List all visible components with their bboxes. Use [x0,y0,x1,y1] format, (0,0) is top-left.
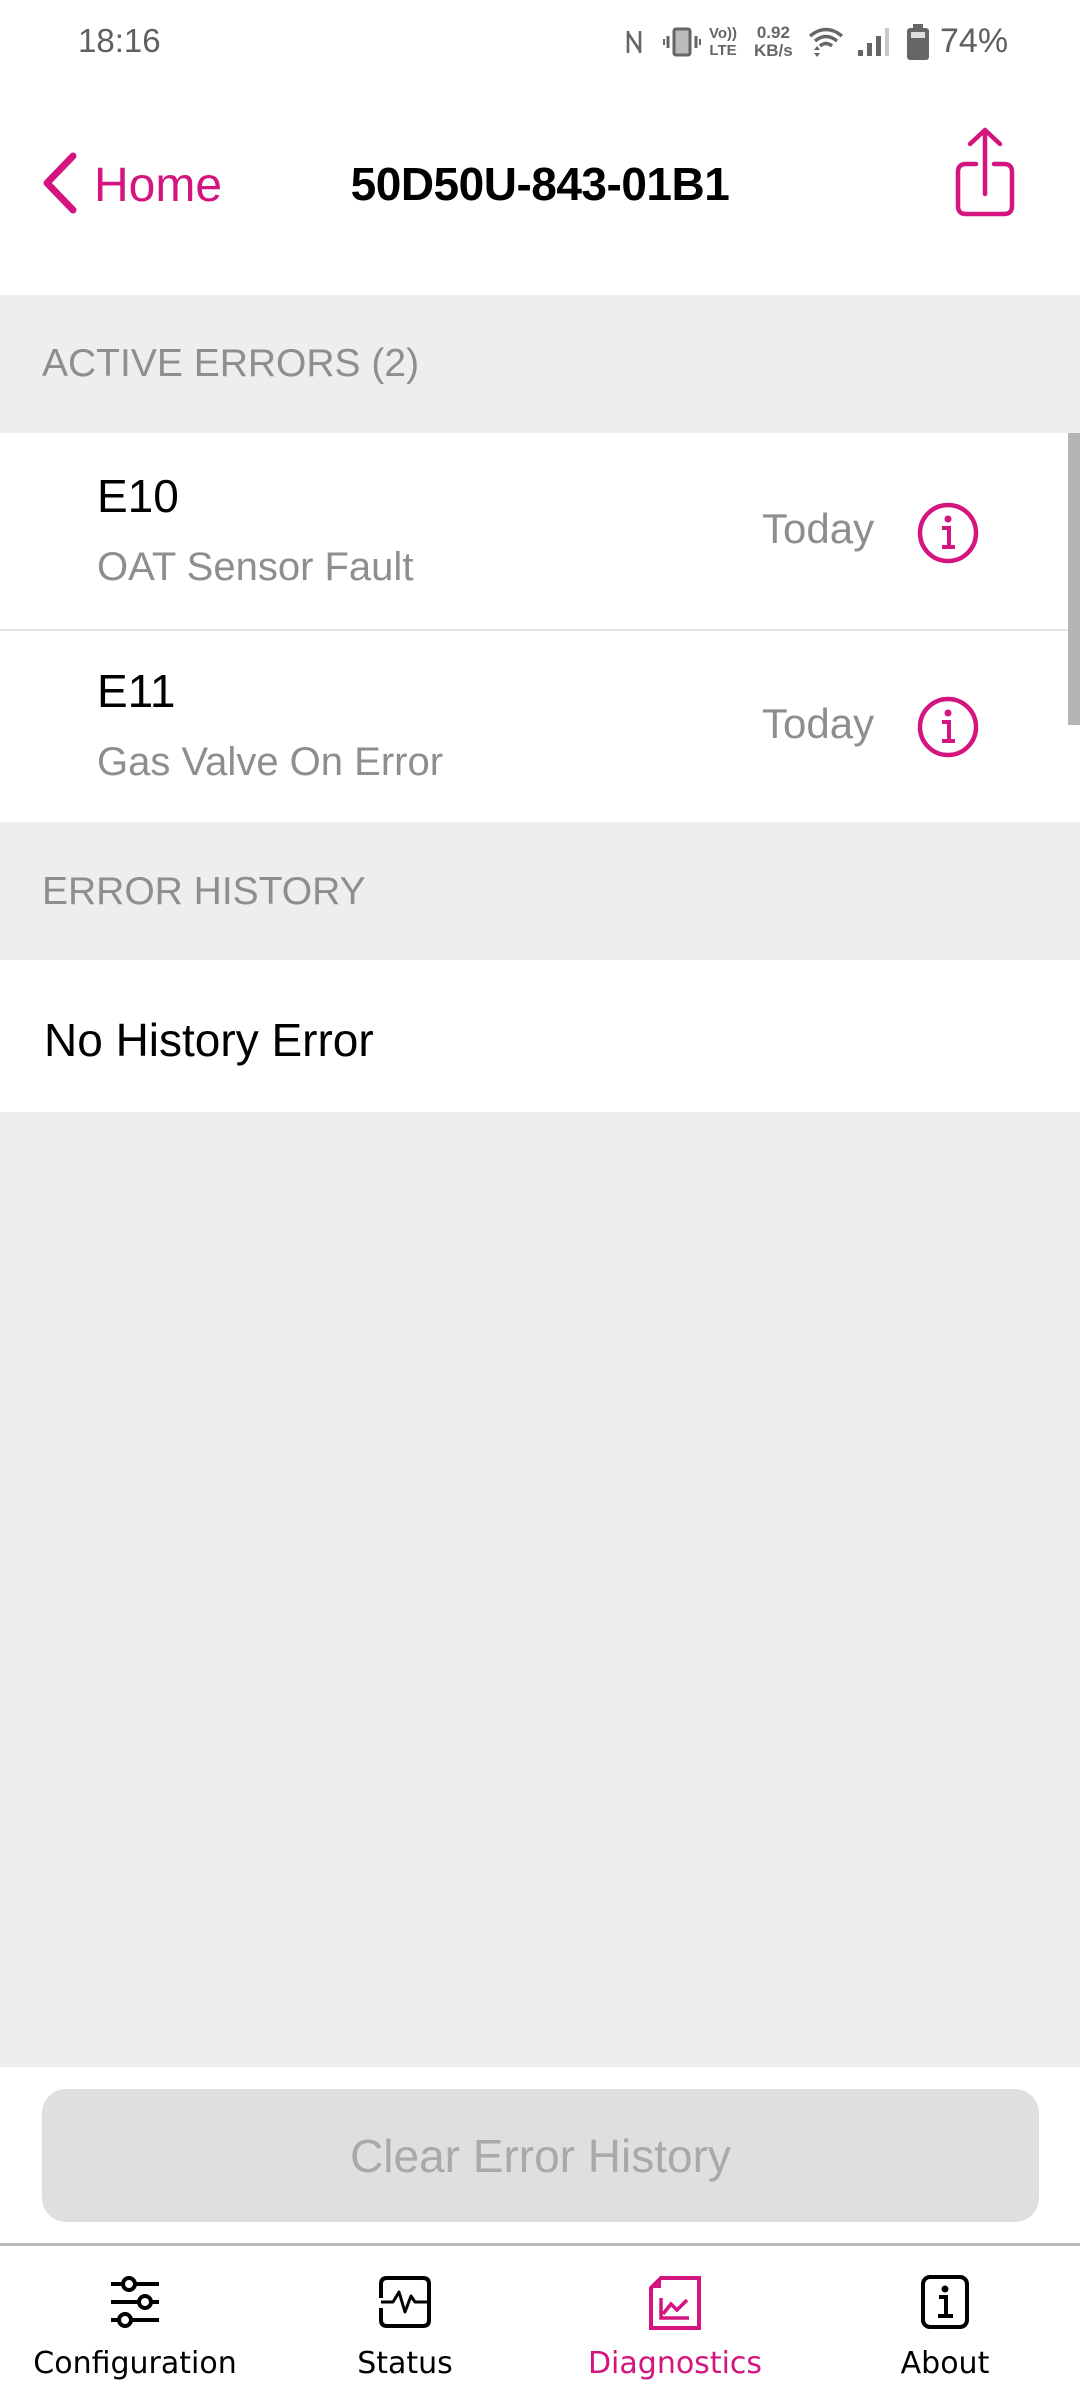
network-speed-unit: KB/s [754,41,793,60]
tab-diagnostics[interactable]: Diagnostics [540,2246,810,2400]
error-description: Gas Valve On Error [97,740,444,784]
status-bar: 18:16 Vo)) LTE 0.92 KB/s 74% [0,0,1080,95]
scrollbar[interactable] [1068,433,1080,725]
tab-label: Configuration [33,2346,237,2381]
vibrate-icon [663,22,701,62]
tab-bar: Configuration Status Diagnostics About [0,2246,1080,2400]
sliders-icon [105,2274,165,2330]
info-icon[interactable] [916,501,980,565]
empty-history-row: No History Error [0,960,1080,1112]
share-icon [950,127,1020,224]
error-description: OAT Sensor Fault [97,545,414,589]
info-icon[interactable] [916,695,980,759]
tab-about[interactable]: About [810,2246,1080,2400]
clear-error-history-button[interactable]: Clear Error History [42,2089,1039,2222]
nfc-icon [625,22,643,62]
network-speed: 0.92 KB/s [754,24,793,60]
empty-history-text: No History Error [44,1014,374,1066]
tab-label: Diagnostics [587,2346,763,2381]
volte-bottom-text: LTE [709,42,737,59]
error-history-header: ERROR HISTORY [0,822,1080,960]
share-button[interactable] [950,124,1020,220]
error-code: E11 [97,665,176,717]
pulse-icon [375,2274,435,2330]
error-row[interactable]: E10 OAT Sensor Fault Today [0,433,1080,629]
page-title: 50D50U-843-01B1 [350,158,730,210]
wifi-icon [808,22,844,62]
info-box-icon [915,2274,975,2330]
battery-percent: 74% [940,22,1009,60]
error-code: E10 [97,470,179,522]
tab-label: Status [357,2346,453,2381]
tab-label: About [900,2346,990,2381]
tab-configuration[interactable]: Configuration [0,2246,270,2400]
error-date: Today [762,700,875,747]
chart-document-icon [645,2274,705,2330]
error-history-title: ERROR HISTORY [42,870,366,913]
volte-top-text: Vo)) [709,25,738,42]
error-row[interactable]: E11 Gas Valve On Error Today [0,631,1080,822]
cell-signal-icon [856,22,892,62]
active-errors-title: ACTIVE ERRORS (2) [42,342,420,385]
active-errors-header: ACTIVE ERRORS (2) [0,295,1080,433]
battery-icon [906,22,930,62]
network-speed-value: 0.92 [756,23,790,42]
error-date: Today [762,505,875,552]
status-time: 18:16 [78,22,161,59]
volte-icon: Vo)) LTE [709,25,737,59]
tab-status[interactable]: Status [270,2246,540,2400]
